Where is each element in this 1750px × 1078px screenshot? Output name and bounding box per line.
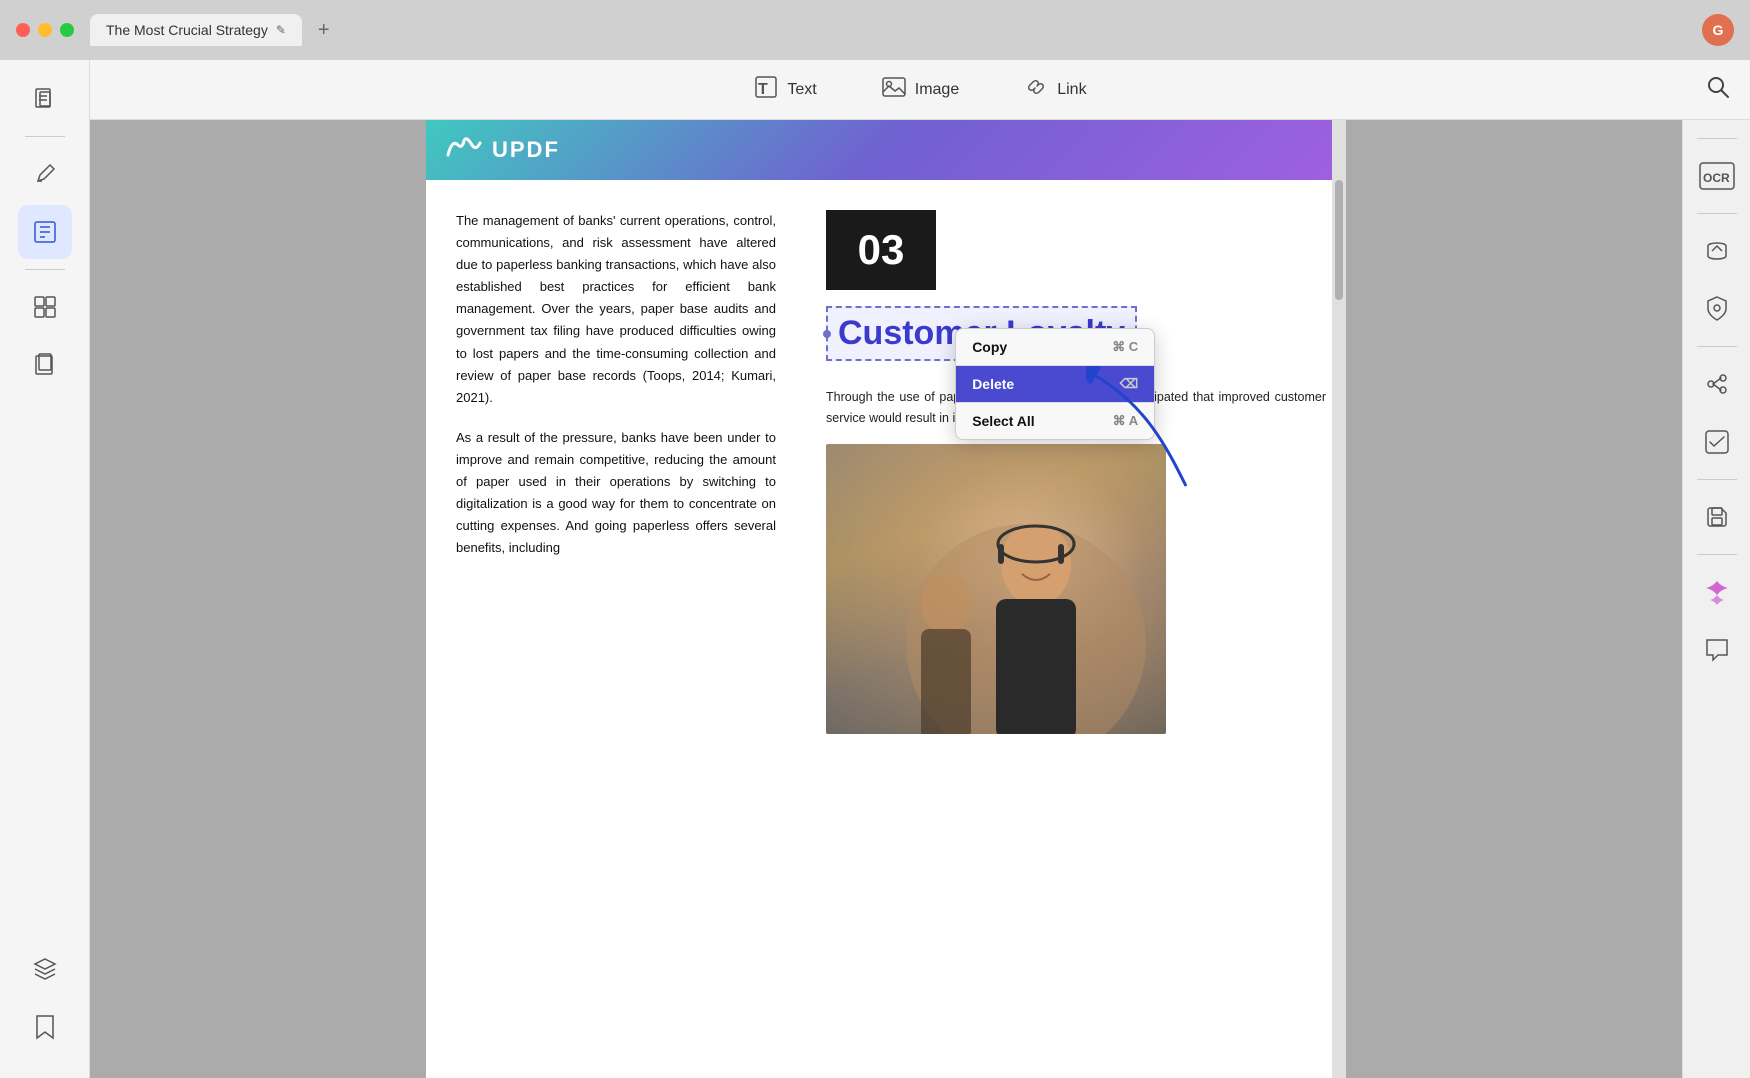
titlebar: The Most Crucial Strategy ✎ + G bbox=[0, 0, 1750, 60]
chat-button[interactable] bbox=[1690, 623, 1744, 677]
secure-button[interactable] bbox=[1690, 282, 1744, 336]
sidebar-divider-2 bbox=[25, 269, 65, 270]
convert-icon bbox=[1704, 238, 1730, 264]
svg-text:T: T bbox=[758, 81, 768, 98]
image-toolbar-icon bbox=[881, 74, 907, 106]
share-button[interactable] bbox=[1690, 357, 1744, 411]
compress-button[interactable] bbox=[18, 338, 72, 392]
chat-icon bbox=[1704, 637, 1730, 663]
tab-area: The Most Crucial Strategy ✎ + bbox=[90, 14, 338, 46]
pdf-page: UPDF The management of banks' current op… bbox=[426, 120, 1346, 1078]
heading-container: Customer Loyalty Copy ⌘ C bbox=[826, 306, 1326, 373]
close-button[interactable] bbox=[16, 23, 30, 37]
maximize-button[interactable] bbox=[60, 23, 74, 37]
ocr-button[interactable]: OCR bbox=[1690, 149, 1744, 203]
search-button[interactable] bbox=[1706, 75, 1730, 105]
pdf-header-banner: UPDF bbox=[426, 120, 1346, 180]
pdf-left-column: The management of banks' current operati… bbox=[426, 200, 806, 744]
pdf-and-right: UPDF The management of banks' current op… bbox=[90, 120, 1750, 1078]
tab-edit-icon: ✎ bbox=[276, 23, 286, 37]
toolbar-text-label: Text bbox=[787, 81, 816, 99]
ai-icon bbox=[1704, 579, 1730, 605]
ocr-icon: OCR bbox=[1699, 162, 1735, 190]
layers-button[interactable] bbox=[18, 942, 72, 996]
layers-icon bbox=[32, 956, 58, 982]
left-sidebar bbox=[0, 60, 90, 1078]
right-sidebar-divider-1 bbox=[1697, 213, 1737, 214]
tab-add-button[interactable]: + bbox=[310, 15, 338, 46]
text-toolbar-icon: T bbox=[753, 74, 779, 106]
select-all-label: Select All bbox=[972, 413, 1035, 429]
sidebar-divider-1 bbox=[25, 136, 65, 137]
sidebar-bottom bbox=[18, 942, 72, 1066]
pdf-logo-text: UPDF bbox=[492, 137, 560, 163]
toolbar-image-label: Image bbox=[915, 81, 959, 99]
organize-button[interactable] bbox=[18, 280, 72, 334]
scrollbar-thumb[interactable] bbox=[1335, 180, 1343, 300]
bookmark-icon bbox=[34, 1014, 56, 1040]
search-icon bbox=[1706, 75, 1730, 99]
pdf-para-1: The management of banks' current operati… bbox=[456, 210, 776, 409]
bookmark-button[interactable] bbox=[18, 1000, 72, 1054]
tab-main[interactable]: The Most Crucial Strategy ✎ bbox=[90, 14, 302, 46]
share-icon bbox=[1705, 372, 1729, 396]
save-button[interactable] bbox=[1690, 490, 1744, 544]
window-controls bbox=[16, 23, 74, 37]
delete-label: Delete bbox=[972, 376, 1014, 392]
app-body: T Text Image bbox=[0, 60, 1750, 1078]
copy-shortcut: ⌘ C bbox=[1112, 339, 1138, 355]
convert-button[interactable] bbox=[1690, 224, 1744, 278]
right-sidebar-divider-top bbox=[1697, 138, 1737, 139]
toolbar-image[interactable]: Image bbox=[869, 66, 971, 114]
ai-button[interactable] bbox=[1690, 565, 1744, 619]
secure-icon bbox=[1706, 296, 1728, 322]
check-button[interactable] bbox=[1690, 415, 1744, 469]
tab-label: The Most Crucial Strategy bbox=[106, 22, 268, 38]
context-menu-copy[interactable]: Copy ⌘ C bbox=[956, 329, 1154, 365]
annotate-icon bbox=[32, 161, 58, 187]
arrow-annotation bbox=[1086, 366, 1206, 496]
link-toolbar-icon bbox=[1023, 74, 1049, 106]
right-sidebar-divider-2 bbox=[1697, 346, 1737, 347]
organize-icon bbox=[32, 294, 58, 320]
avatar: G bbox=[1702, 14, 1734, 46]
pdf-logo: UPDF bbox=[446, 135, 560, 165]
annotate-button[interactable] bbox=[18, 147, 72, 201]
updf-logo-icon bbox=[446, 135, 482, 165]
pdf-content: The management of banks' current operati… bbox=[426, 180, 1346, 764]
check-icon bbox=[1704, 429, 1730, 455]
pages-button[interactable] bbox=[18, 72, 72, 126]
right-sidebar-divider-4 bbox=[1697, 554, 1737, 555]
toolbar-link[interactable]: Link bbox=[1011, 66, 1098, 114]
right-sidebar: OCR bbox=[1682, 120, 1750, 1078]
scrollbar-track[interactable] bbox=[1332, 120, 1346, 1078]
edit-button[interactable] bbox=[18, 205, 72, 259]
pages-icon bbox=[32, 86, 58, 112]
section-number: 03 bbox=[858, 226, 905, 274]
svg-text:OCR: OCR bbox=[1703, 171, 1730, 185]
save-icon bbox=[1705, 505, 1729, 529]
right-sidebar-divider-3 bbox=[1697, 479, 1737, 480]
copy-label: Copy bbox=[972, 339, 1007, 355]
pdf-container: UPDF The management of banks' current op… bbox=[90, 120, 1682, 1078]
pdf-right-column: 03 Customer Loyalty bbox=[806, 200, 1346, 744]
section-number-box: 03 bbox=[826, 210, 936, 290]
top-toolbar: T Text Image bbox=[90, 60, 1750, 120]
toolbar-text[interactable]: T Text bbox=[741, 66, 828, 114]
minimize-button[interactable] bbox=[38, 23, 52, 37]
pdf-para-2: As a result of the pressure, banks have … bbox=[456, 427, 776, 560]
toolbar-link-label: Link bbox=[1057, 81, 1086, 99]
edit-icon bbox=[32, 219, 58, 245]
main-content-wrapper: T Text Image bbox=[90, 60, 1750, 1078]
selection-handle bbox=[823, 330, 831, 338]
compress-icon bbox=[32, 352, 58, 378]
customer-loyalty-heading[interactable]: Customer Loyalty Copy ⌘ C bbox=[826, 306, 1137, 361]
